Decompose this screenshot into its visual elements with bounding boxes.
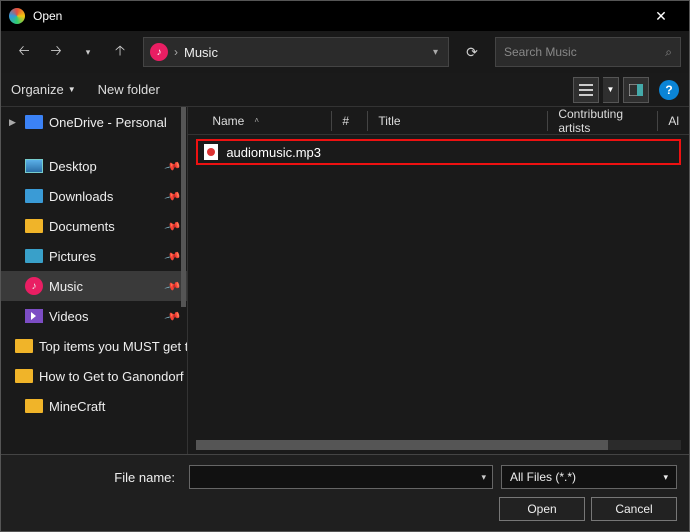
chevron-down-icon[interactable]: ▾ bbox=[429, 47, 442, 58]
sidebar-item-folder[interactable]: MineCraft bbox=[1, 391, 187, 421]
sidebar-label: Music bbox=[49, 279, 83, 294]
sidebar-item-pictures[interactable]: Pictures 📌 bbox=[1, 241, 187, 271]
close-button[interactable]: ✕ bbox=[641, 8, 681, 25]
file-pane: Name ˄ # Title Contributing artists Al a… bbox=[188, 107, 689, 454]
music-icon: ♪ bbox=[25, 277, 43, 295]
search-input[interactable]: Search Music ⌕ bbox=[495, 37, 681, 67]
column-title[interactable]: Title bbox=[368, 111, 548, 131]
column-number[interactable]: # bbox=[332, 111, 368, 131]
expand-icon[interactable]: ▶ bbox=[9, 117, 19, 128]
sidebar-label: How to Get to Ganondorf bbox=[39, 369, 184, 384]
sidebar-label: Videos bbox=[49, 309, 89, 324]
folder-icon bbox=[25, 189, 43, 203]
chevron-down-icon[interactable]: ▾ bbox=[481, 472, 486, 483]
folder-icon bbox=[25, 219, 43, 233]
search-placeholder: Search Music bbox=[504, 45, 665, 59]
filename-label: File name: bbox=[13, 470, 181, 485]
chevron-down-icon: ▼ bbox=[68, 85, 76, 94]
pin-icon: 📌 bbox=[163, 277, 181, 295]
organize-menu[interactable]: Organize ▼ bbox=[11, 82, 76, 97]
folder-icon bbox=[25, 249, 43, 263]
pin-icon: 📌 bbox=[163, 247, 181, 265]
app-icon bbox=[9, 8, 25, 24]
sidebar-item-videos[interactable]: Videos 📌 bbox=[1, 301, 187, 331]
pin-icon: 📌 bbox=[163, 187, 181, 205]
cloud-folder-icon bbox=[25, 115, 43, 129]
cancel-button[interactable]: Cancel bbox=[591, 497, 677, 521]
folder-icon bbox=[25, 399, 43, 413]
sidebar-label: Downloads bbox=[49, 189, 113, 204]
sidebar-label: Top items you MUST get t bbox=[39, 339, 187, 354]
breadcrumb-sep: › bbox=[174, 45, 178, 59]
column-headers: Name ˄ # Title Contributing artists Al bbox=[188, 107, 689, 135]
sidebar-label: Pictures bbox=[49, 249, 96, 264]
file-list: audiomusic.mp3 bbox=[188, 135, 689, 440]
file-row[interactable]: audiomusic.mp3 bbox=[196, 139, 681, 165]
sidebar-item-documents[interactable]: Documents 📌 bbox=[1, 211, 187, 241]
new-folder-label: New folder bbox=[98, 82, 160, 97]
help-button[interactable]: ? bbox=[659, 80, 679, 100]
sidebar-item-folder[interactable]: How to Get to Ganondorf bbox=[1, 361, 187, 391]
preview-pane-button[interactable] bbox=[623, 77, 649, 103]
organize-label: Organize bbox=[11, 82, 64, 97]
video-icon bbox=[25, 309, 43, 323]
list-icon bbox=[579, 84, 593, 96]
music-icon: ♪ bbox=[150, 43, 168, 61]
sidebar-label: OneDrive - Personal bbox=[49, 115, 167, 130]
filetype-label: All Files (*.*) bbox=[510, 470, 576, 484]
chevron-down-icon: ▾ bbox=[663, 472, 668, 483]
forward-button[interactable]: 🡢 bbox=[41, 37, 71, 67]
audio-file-icon bbox=[204, 144, 218, 160]
pin-icon: 📌 bbox=[163, 157, 181, 175]
file-name: audiomusic.mp3 bbox=[226, 145, 321, 160]
search-icon: ⌕ bbox=[665, 45, 672, 60]
sidebar-item-onedrive[interactable]: ▶ OneDrive - Personal bbox=[1, 107, 187, 137]
horizontal-scrollbar[interactable] bbox=[196, 440, 681, 450]
recent-dropdown[interactable]: ▾ bbox=[73, 37, 103, 67]
open-button[interactable]: Open bbox=[499, 497, 585, 521]
up-button[interactable]: 🡡 bbox=[105, 37, 135, 67]
breadcrumb-music[interactable]: Music bbox=[184, 45, 423, 60]
filename-input[interactable]: ▾ bbox=[189, 465, 493, 489]
refresh-button[interactable]: ⟳ bbox=[457, 37, 487, 67]
new-folder-button[interactable]: New folder bbox=[98, 82, 160, 97]
column-name[interactable]: Name ˄ bbox=[202, 111, 332, 131]
pin-icon: 📌 bbox=[163, 307, 181, 325]
sidebar: ▶ OneDrive - Personal Desktop 📌 Download… bbox=[1, 107, 188, 454]
toolbar: Organize ▼ New folder ▼ ? bbox=[1, 73, 689, 107]
open-dialog: Open ✕ 🡠 🡢 ▾ 🡡 ♪ › Music ▾ ⟳ Search Musi… bbox=[0, 0, 690, 532]
address-bar[interactable]: ♪ › Music ▾ bbox=[143, 37, 449, 67]
titlebar: Open ✕ bbox=[1, 1, 689, 31]
desktop-icon bbox=[25, 159, 43, 173]
dialog-footer: File name: ▾ All Files (*.*) ▾ Open Canc… bbox=[1, 454, 689, 531]
sort-caret-icon: ˄ bbox=[254, 116, 259, 125]
sidebar-label: MineCraft bbox=[49, 399, 105, 414]
back-button[interactable]: 🡠 bbox=[9, 37, 39, 67]
sidebar-label: Desktop bbox=[49, 159, 97, 174]
pin-icon: 📌 bbox=[163, 217, 181, 235]
folder-icon bbox=[15, 339, 33, 353]
sidebar-item-music[interactable]: ♪ Music 📌 bbox=[1, 271, 187, 301]
column-album[interactable]: Al bbox=[658, 111, 689, 131]
sidebar-item-downloads[interactable]: Downloads 📌 bbox=[1, 181, 187, 211]
view-dropdown[interactable]: ▼ bbox=[603, 77, 619, 103]
sidebar-item-desktop[interactable]: Desktop 📌 bbox=[1, 151, 187, 181]
view-button[interactable] bbox=[573, 77, 599, 103]
folder-icon bbox=[15, 369, 33, 383]
column-artists[interactable]: Contributing artists bbox=[548, 111, 658, 131]
filetype-select[interactable]: All Files (*.*) ▾ bbox=[501, 465, 677, 489]
sidebar-item-folder[interactable]: Top items you MUST get t bbox=[1, 331, 187, 361]
window-title: Open bbox=[33, 9, 641, 23]
sidebar-label: Documents bbox=[49, 219, 115, 234]
preview-icon bbox=[629, 84, 643, 96]
navbar: 🡠 🡢 ▾ 🡡 ♪ › Music ▾ ⟳ Search Music ⌕ bbox=[1, 31, 689, 73]
